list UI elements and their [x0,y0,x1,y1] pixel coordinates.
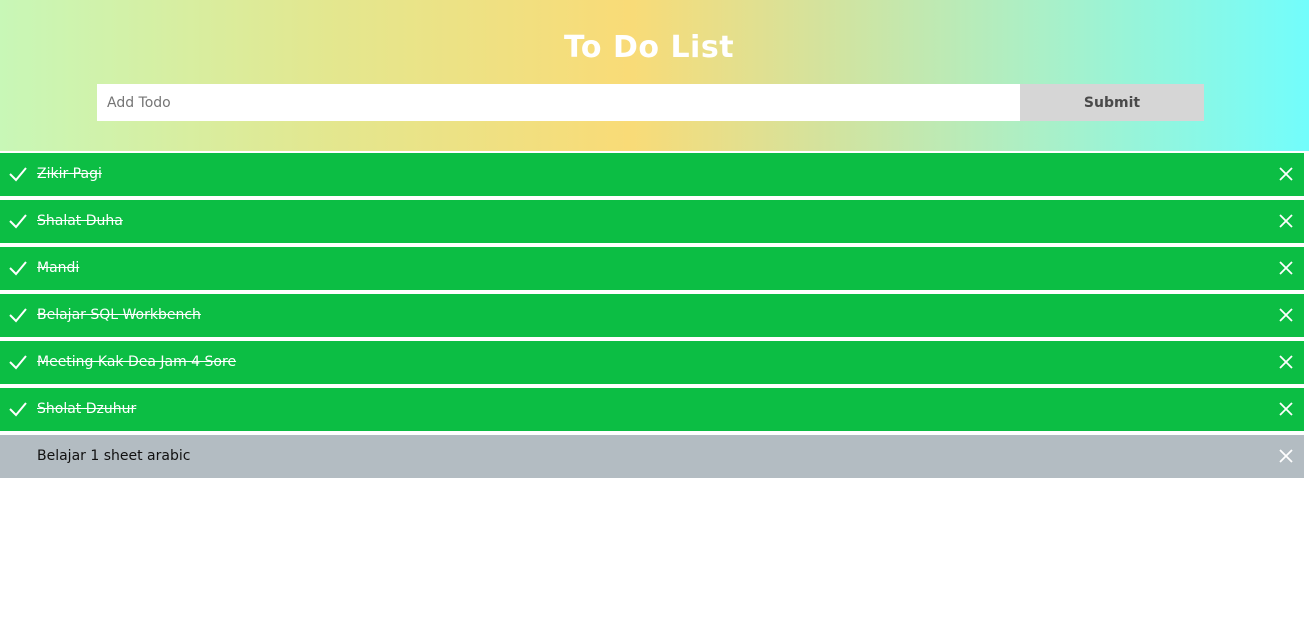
close-icon[interactable] [1278,213,1294,229]
close-icon[interactable] [1278,166,1294,182]
close-icon[interactable] [1278,307,1294,323]
check-icon[interactable] [8,352,28,372]
header: To Do List Submit [0,0,1309,151]
close-icon[interactable] [1278,354,1294,370]
todo-form: Submit [97,84,1204,121]
todo-item[interactable]: Zikir Pagi [0,153,1304,196]
check-icon[interactable] [8,258,28,278]
close-icon[interactable] [1278,260,1294,276]
todo-item[interactable]: Sholat Dzuhur [0,388,1304,431]
check-icon[interactable] [8,211,28,231]
check-icon[interactable] [8,305,28,325]
todo-item[interactable]: Belajar 1 sheet arabic [0,435,1304,478]
todo-label: Mandi [37,260,80,276]
todo-list: Zikir Pagi Shalat Duha Mandi Belajar SQL… [0,153,1304,482]
todo-label: Belajar SQL Workbench [37,307,201,323]
todo-item[interactable]: Belajar SQL Workbench [0,294,1304,337]
todo-item[interactable]: Meeting Kak Dea Jam 4 Sore [0,341,1304,384]
todo-item[interactable]: Mandi [0,247,1304,290]
check-icon[interactable] [8,164,28,184]
todo-label: Shalat Duha [37,213,123,229]
close-icon[interactable] [1278,401,1294,417]
todo-label: Zikir Pagi [37,166,102,182]
check-icon[interactable] [8,399,28,419]
close-icon[interactable] [1278,448,1294,464]
page-title: To Do List [563,30,735,65]
add-todo-input[interactable] [97,84,1020,121]
todo-label: Sholat Dzuhur [37,401,137,417]
todo-label: Belajar 1 sheet arabic [37,448,191,464]
todo-label: Meeting Kak Dea Jam 4 Sore [37,354,237,370]
submit-button[interactable]: Submit [1020,84,1204,121]
todo-item[interactable]: Shalat Duha [0,200,1304,243]
